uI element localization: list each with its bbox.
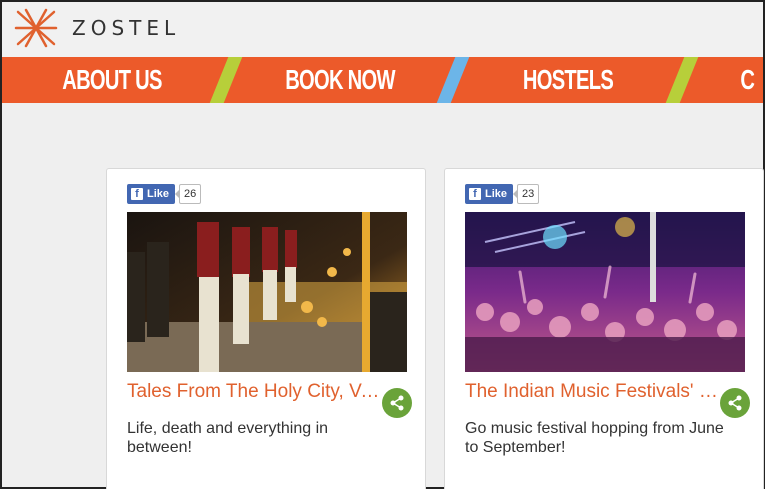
blog-card[interactable]: f Like 23 The Indian Music Festivals' R …: [444, 168, 764, 489]
brand-name[interactable]: ZOSTEL: [72, 16, 180, 40]
share-button[interactable]: [720, 388, 750, 418]
facebook-icon: f: [131, 188, 143, 200]
like-label: Like: [147, 188, 170, 200]
nav-book-now[interactable]: BOOK NOW: [275, 57, 405, 103]
nav-divider: [436, 57, 470, 103]
card-description: Life, death and everything in between!: [127, 420, 329, 456]
share-icon: [728, 395, 742, 411]
blog-card[interactable]: f Like 26 Tales From The Holy City, Var …: [106, 168, 426, 489]
like-count: 26: [174, 184, 202, 204]
nav-item-clipped[interactable]: C: [740, 57, 763, 103]
nav-about-us[interactable]: ABOUT US: [47, 57, 177, 103]
card-image[interactable]: [127, 212, 407, 372]
card-image[interactable]: [465, 212, 745, 372]
card-title[interactable]: The Indian Music Festivals' Roundup: [465, 381, 720, 403]
facebook-like-button[interactable]: f Like: [465, 184, 514, 204]
like-label: Like: [485, 188, 508, 200]
nav-hostels[interactable]: HOSTELS: [503, 57, 633, 103]
share-icon: [390, 395, 404, 411]
main-nav: ABOUT US BOOK NOW HOSTELS C: [2, 57, 763, 103]
nav-divider: [665, 57, 699, 103]
share-button[interactable]: [382, 388, 412, 418]
facebook-like-button[interactable]: f Like: [127, 184, 176, 204]
nav-divider: [209, 57, 243, 103]
facebook-icon: f: [469, 188, 481, 200]
zostel-logo-icon[interactable]: [14, 8, 58, 48]
card-description: Go music festival hopping from June to S…: [465, 420, 724, 456]
site-header: ZOSTEL: [2, 2, 763, 57]
like-count: 23: [512, 184, 540, 204]
card-title[interactable]: Tales From The Holy City, Varanasi: [127, 381, 382, 403]
